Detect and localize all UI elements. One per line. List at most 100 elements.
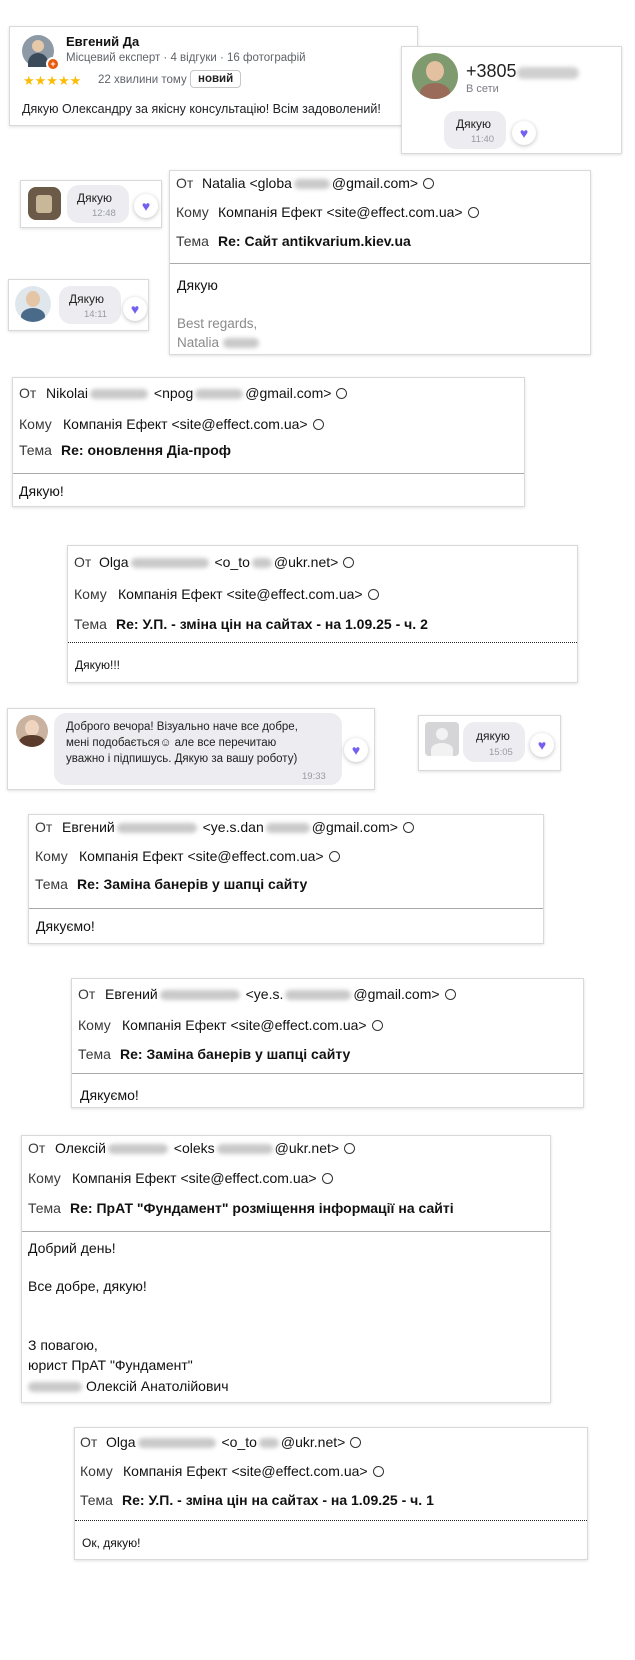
sender-email-start: <ye.s.	[245, 986, 284, 1002]
sender-email-end: @gmail.com>	[331, 175, 419, 191]
email-subject: Re: ПрАТ "Фундамент" розміщення інформац…	[70, 1200, 454, 1216]
contact-person-icon[interactable]	[321, 1172, 333, 1184]
from-row: От Olga <o_to @ukr.net>	[75, 1434, 587, 1458]
contact-avatar[interactable]	[15, 286, 51, 322]
recipient[interactable]: Компанія Ефект <site@effect.com.ua>	[63, 416, 324, 432]
message-time: 15:05	[489, 747, 513, 758]
sender-email-end: @ukr.net>	[273, 554, 339, 570]
blurred-text	[258, 1438, 279, 1449]
contact-phone: +3805	[466, 61, 517, 81]
sender-email-start: <globa	[249, 175, 292, 191]
recipient-address: Компанія Ефект <site@effect.com.ua>	[79, 848, 324, 864]
to-row: Кому Компанія Ефект <site@effect.com.ua>	[13, 416, 524, 440]
to-label: Кому	[35, 848, 68, 864]
sender[interactable]: Olga <o_to @ukr.net>	[99, 554, 355, 570]
recipient-address: Компанія Ефект <site@effect.com.ua>	[122, 1017, 367, 1033]
contact-person-icon[interactable]	[328, 850, 340, 862]
email-body-line: Дякую!!!	[75, 658, 121, 672]
from-label: От	[35, 819, 53, 835]
reviewer-name[interactable]: Евгений Да	[66, 34, 139, 49]
contact-person-icon[interactable]	[402, 821, 414, 833]
from-row: От Евгений <ye.s. @gmail.com>	[72, 986, 583, 1010]
recipient[interactable]: Компанія Ефект <site@effect.com.ua>	[123, 1463, 384, 1479]
message-bubble[interactable]: дякую 15:05	[463, 722, 525, 762]
sender[interactable]: Олексій <oleks @ukr.net>	[55, 1140, 356, 1156]
like-heart-icon[interactable]: ♥	[123, 297, 147, 321]
message-bubble[interactable]: Доброго вечора! Візуально наче все добре…	[54, 713, 342, 785]
blurred-text	[223, 338, 260, 349]
from-label: От	[74, 554, 92, 570]
like-heart-icon[interactable]: ♥	[512, 121, 536, 145]
like-heart-icon[interactable]: ♥	[134, 194, 158, 218]
sender-name: Евгений	[62, 819, 115, 835]
to-label: Кому	[28, 1170, 61, 1186]
contact-person-icon[interactable]	[467, 206, 479, 218]
sender[interactable]: Евгений <ye.s. @gmail.com>	[105, 986, 456, 1002]
subject-row: Тема Re: оновлення Діа-проф	[13, 442, 524, 466]
blurred-text	[90, 389, 149, 400]
email-subject: Re: Заміна банерів у шапці сайту	[120, 1046, 351, 1062]
subject-row: Тема Re: Заміна банерів у шапці сайту	[29, 876, 543, 900]
email-body-line: Добрий день!	[28, 1240, 116, 1256]
contact-person-icon[interactable]	[372, 1465, 384, 1477]
to-label: Кому	[74, 586, 107, 602]
contact-person-icon[interactable]	[423, 177, 435, 189]
local-guide-badge-icon: +	[46, 57, 60, 71]
to-row: Кому Компанія Ефект <site@effect.com.ua>	[68, 586, 577, 610]
subject-row: Тема Re: У.П. - зміна цін на сайтах - на…	[75, 1492, 587, 1516]
contact-person-icon[interactable]	[312, 418, 324, 430]
subject-label: Тема	[28, 1200, 61, 1216]
header-divider	[68, 642, 577, 643]
blurred-text	[195, 389, 244, 400]
like-heart-icon[interactable]: ♥	[530, 733, 554, 757]
sender-name: Олексій	[55, 1140, 106, 1156]
contact-avatar[interactable]	[16, 715, 48, 747]
email-body-line: Ок, дякую!	[82, 1536, 141, 1550]
sender[interactable]: Natalia <globa @gmail.com>	[202, 175, 435, 191]
contact-person-icon[interactable]	[367, 588, 379, 600]
contact-person-icon[interactable]	[343, 556, 355, 568]
email-subject: Re: Заміна банерів у шапці сайту	[77, 876, 308, 892]
blurred-text	[159, 990, 240, 1001]
message-time: 14:11	[84, 309, 108, 320]
contact-person-icon[interactable]	[336, 387, 348, 399]
email-subject: Re: оновлення Діа-проф	[61, 442, 232, 458]
blurred-text	[28, 1382, 82, 1393]
recipient[interactable]: Компанія Ефект <site@effect.com.ua>	[72, 1170, 333, 1186]
recipient[interactable]: Компанія Ефект <site@effect.com.ua>	[79, 848, 340, 864]
blurred-phone-digits	[517, 67, 579, 79]
blurred-text	[285, 990, 352, 1001]
sender[interactable]: Евгений <ye.s.dan @gmail.com>	[62, 819, 414, 835]
sender[interactable]: Olga <o_to @ukr.net>	[106, 1434, 362, 1450]
recipient[interactable]: Компанія Ефект <site@effect.com.ua>	[122, 1017, 383, 1033]
message-bubble[interactable]: Дякую 14:11	[59, 286, 121, 324]
contact-person-icon[interactable]	[444, 988, 456, 1000]
sender-name: Nikolai	[46, 385, 89, 401]
chat-card: Дякую 14:11 ♥	[8, 279, 149, 331]
recipient-address: Компанія Ефект <site@effect.com.ua>	[63, 416, 308, 432]
from-row: От Олексій <oleks @ukr.net>	[22, 1140, 550, 1164]
sender-email-end: @gmail.com>	[311, 819, 398, 835]
message-bubble[interactable]: Дякую 11:40	[444, 111, 506, 149]
header-divider	[22, 1231, 550, 1232]
email-card: От Евгений <ye.s.dan @gmail.com> Кому Ком…	[28, 814, 544, 944]
contact-avatar[interactable]	[412, 53, 458, 99]
contact-person-icon[interactable]	[371, 1019, 383, 1031]
default-avatar-icon[interactable]	[425, 722, 459, 756]
from-row: От Natalia <globa @gmail.com>	[170, 175, 590, 199]
contact-person-icon[interactable]	[350, 1436, 362, 1448]
to-row: Кому Компанія Ефект <site@effect.com.ua>	[29, 848, 543, 872]
recipient[interactable]: Компанія Ефект <site@effect.com.ua>	[218, 204, 479, 220]
sender-name: Natalia	[202, 175, 246, 191]
header-divider	[72, 1073, 583, 1074]
to-row: Кому Компанія Ефект <site@effect.com.ua>	[22, 1170, 550, 1194]
message-bubble[interactable]: Дякую 12:48	[67, 185, 129, 223]
subject-label: Тема	[35, 876, 68, 892]
blurred-text	[216, 1144, 273, 1155]
recipient[interactable]: Компанія Ефект <site@effect.com.ua>	[118, 586, 379, 602]
contact-person-icon[interactable]	[344, 1142, 356, 1154]
contact-avatar[interactable]	[28, 187, 61, 220]
chat-card: Доброго вечора! Візуально наче все добре…	[7, 708, 375, 790]
sender[interactable]: Nikolai <npog @gmail.com>	[46, 385, 348, 401]
like-heart-icon[interactable]: ♥	[344, 738, 368, 762]
